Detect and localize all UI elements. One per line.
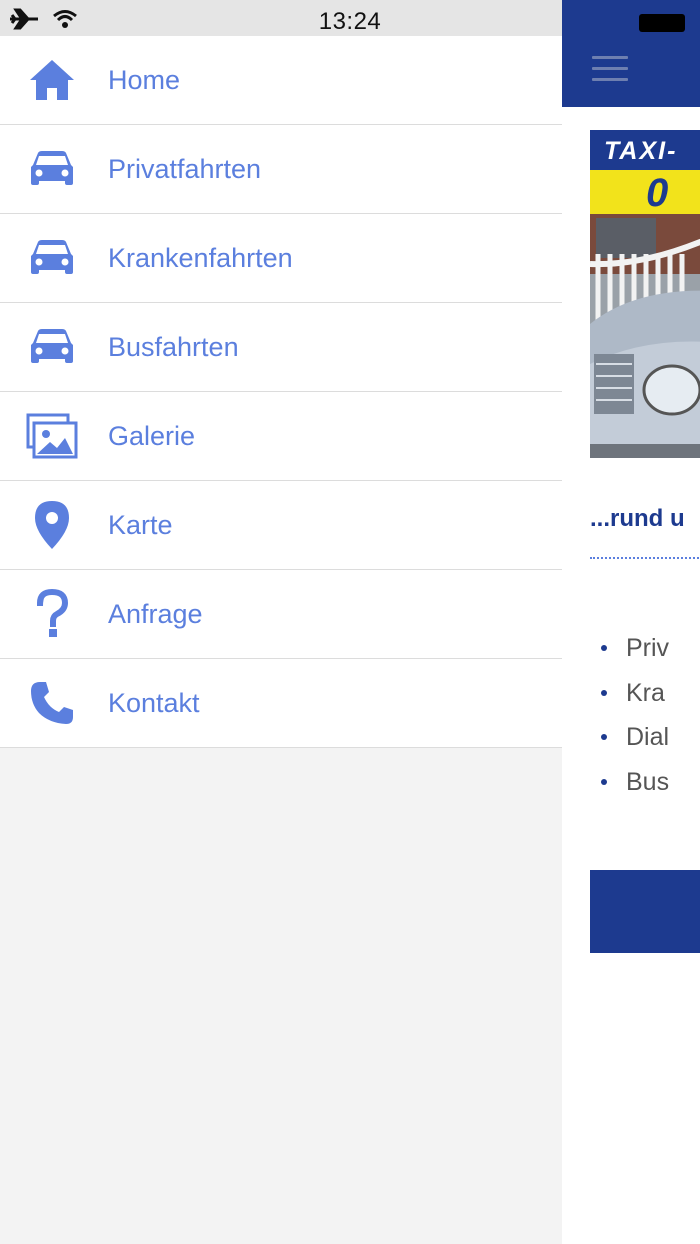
menu-label-krankenfahrten: Krankenfahrten	[108, 242, 293, 273]
status-bar: 13:24	[0, 0, 562, 36]
list-item: Dial	[600, 719, 669, 764]
list-item: Bus	[600, 764, 669, 809]
service-list: Priv Kra Dial Bus	[600, 630, 669, 809]
menu-item-privatfahrten[interactable]: Privatfahrten	[0, 125, 562, 214]
menu-item-kontakt[interactable]: Kontakt	[0, 659, 562, 748]
menu-label-privatfahrten: Privatfahrten	[108, 153, 262, 184]
call-to-action-button[interactable]	[590, 870, 700, 953]
tagline: ...rund u	[590, 505, 685, 532]
dotted-divider	[590, 557, 700, 559]
phone-icon	[26, 677, 78, 729]
taxi-banner: TAXI- 0	[590, 130, 700, 458]
menu-item-busfahrten[interactable]: Busfahrten	[0, 303, 562, 392]
menu-label-home: Home	[108, 64, 181, 95]
home-icon	[26, 54, 78, 106]
menu-label-karte: Karte	[108, 509, 173, 540]
menu-label-galerie: Galerie	[108, 420, 196, 451]
map-pin-icon	[26, 499, 78, 551]
gallery-icon	[26, 410, 78, 462]
hamburger-menu-icon[interactable]	[592, 56, 628, 89]
car-icon	[26, 321, 78, 373]
menu-item-karte[interactable]: Karte	[0, 481, 562, 570]
menu-item-krankenfahrten[interactable]: Krankenfahrten	[0, 214, 562, 303]
menu-item-home[interactable]: Home	[0, 36, 562, 125]
list-item: Kra	[600, 675, 669, 720]
question-icon	[26, 588, 78, 640]
navigation-drawer: Home Privatfahrten Krankenfahrten Busfah…	[0, 36, 562, 1244]
menu-label-busfahrten: Busfahrten	[108, 331, 239, 362]
status-time: 13:24	[318, 8, 382, 35]
menu-list: Home Privatfahrten Krankenfahrten Busfah…	[0, 36, 562, 748]
taxi-car-photo	[590, 214, 700, 458]
car-icon	[26, 143, 78, 195]
list-item: Priv	[600, 630, 669, 675]
car-icon	[26, 232, 78, 284]
page-content: TAXI- 0 ...rund u Priv Kra Dial Bus	[562, 0, 700, 1244]
menu-item-galerie[interactable]: Galerie	[0, 392, 562, 481]
menu-item-anfrage[interactable]: Anfrage	[0, 570, 562, 659]
menu-label-anfrage: Anfrage	[108, 598, 203, 629]
banner-phone-number: 0	[590, 170, 700, 215]
menu-label-kontakt: Kontakt	[108, 687, 200, 718]
banner-title: TAXI-	[590, 130, 700, 170]
